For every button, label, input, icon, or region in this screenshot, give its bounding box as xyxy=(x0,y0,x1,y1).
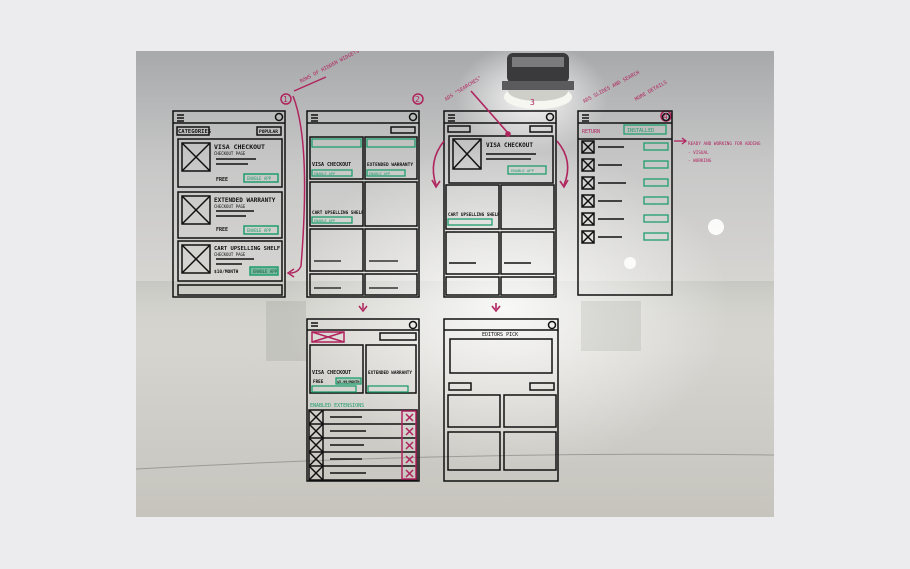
f1-popular: POPULAR xyxy=(259,129,278,135)
f5-free: FREE xyxy=(313,379,324,385)
f2-card1-title: VISA CHECKOUT xyxy=(312,162,351,168)
f6-header: EDITORS PICK xyxy=(482,332,518,338)
f3-title: VISA CHECKOUT xyxy=(486,142,533,149)
f1-item2-sub: CHECKOUT PAGE xyxy=(214,204,246,209)
f3-card: CART UPSELLING SHELF xyxy=(448,212,500,218)
f1-item3-sub: CHECKOUT PAGE xyxy=(214,252,246,257)
f1-item1-title: VISA CHECKOUT xyxy=(214,143,265,151)
step-4: 4 xyxy=(663,112,668,121)
f5-section: ENABLED EXTENSIONS xyxy=(310,403,364,409)
f5-price: $5.99/MONTH xyxy=(337,380,359,384)
f1-item3-enable: ENABLE APP xyxy=(253,269,278,274)
f1-item2-enable: ENABLE APP xyxy=(247,228,272,233)
f1-categories: CATEGORIES xyxy=(178,129,211,135)
f5-card1: VISA CHECKOUT xyxy=(312,370,351,376)
f1-item1-sub: CHECKOUT PAGE xyxy=(214,151,246,156)
f2-card3-title: CART UPSELLING SHELF xyxy=(312,210,364,216)
f2-card2-title: EXTENDED WARRANTY xyxy=(367,162,413,168)
f2-btn1: ENABLE APP xyxy=(314,172,335,176)
f1-item2-title: EXTENDED WARRANTY xyxy=(214,197,276,204)
f4-return: RETURN xyxy=(582,129,600,135)
step-3: 3 xyxy=(530,98,535,107)
note-visual: - VISUAL xyxy=(688,150,709,156)
ceiling-lamp xyxy=(502,53,574,109)
f4-installed: INSTALLED xyxy=(627,128,654,134)
f1-item1-free: FREE xyxy=(216,177,228,183)
whiteboard-photo: CATEGORIES POPULAR VISA CHECKOUT CHECKOU… xyxy=(136,51,774,517)
f2-btn3: ENABLE APP xyxy=(314,219,335,223)
note-ready-working: READY AND WORKING FOR ADDING xyxy=(688,141,761,147)
f5-card2: EXTENDED WARRANTY xyxy=(368,370,412,376)
note-working: - WORKING xyxy=(688,158,712,164)
f1-item2-free: FREE xyxy=(216,227,228,233)
f1-item3-price: $10/MONTH xyxy=(214,269,239,275)
f3-btn: ENABLE APP xyxy=(511,168,535,173)
step-2: 2 xyxy=(415,95,420,104)
step-1: 1 xyxy=(283,95,288,104)
f1-item1-enable: ENABLE APP xyxy=(247,176,272,181)
f2-btn2: ENABLE APP xyxy=(369,172,390,176)
